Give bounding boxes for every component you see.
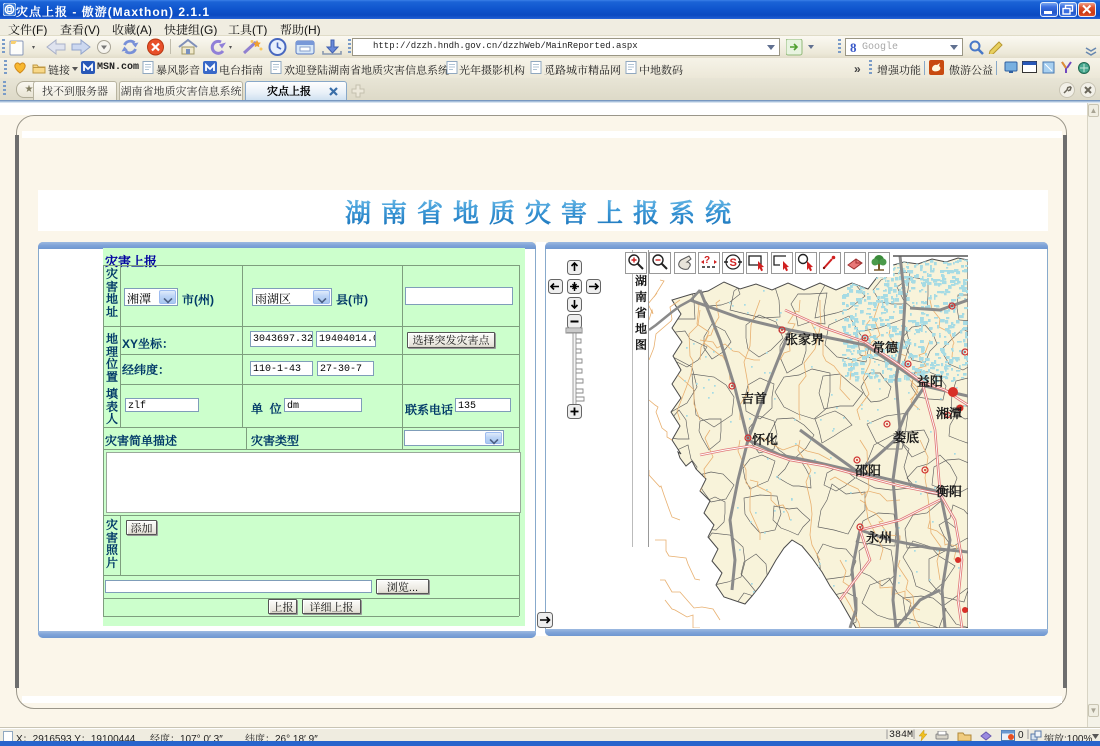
svg-text:吉首: 吉首 — [741, 388, 767, 407]
svg-text:?: ? — [704, 255, 710, 266]
svg-text:S: S — [730, 257, 737, 269]
svg-text:永州: 永州 — [866, 527, 892, 546]
svg-text:常德: 常德 — [872, 337, 898, 356]
svg-text:娄底: 娄底 — [893, 427, 919, 446]
svg-text:湘潭: 湘潭 — [936, 403, 962, 422]
svg-text:衡阳: 衡阳 — [936, 481, 962, 500]
svg-text:怀化: 怀化 — [752, 429, 778, 448]
svg-text:张家界: 张家界 — [785, 329, 824, 348]
svg-text:益阳: 益阳 — [917, 371, 943, 390]
svg-text:邵阳: 邵阳 — [855, 460, 881, 479]
